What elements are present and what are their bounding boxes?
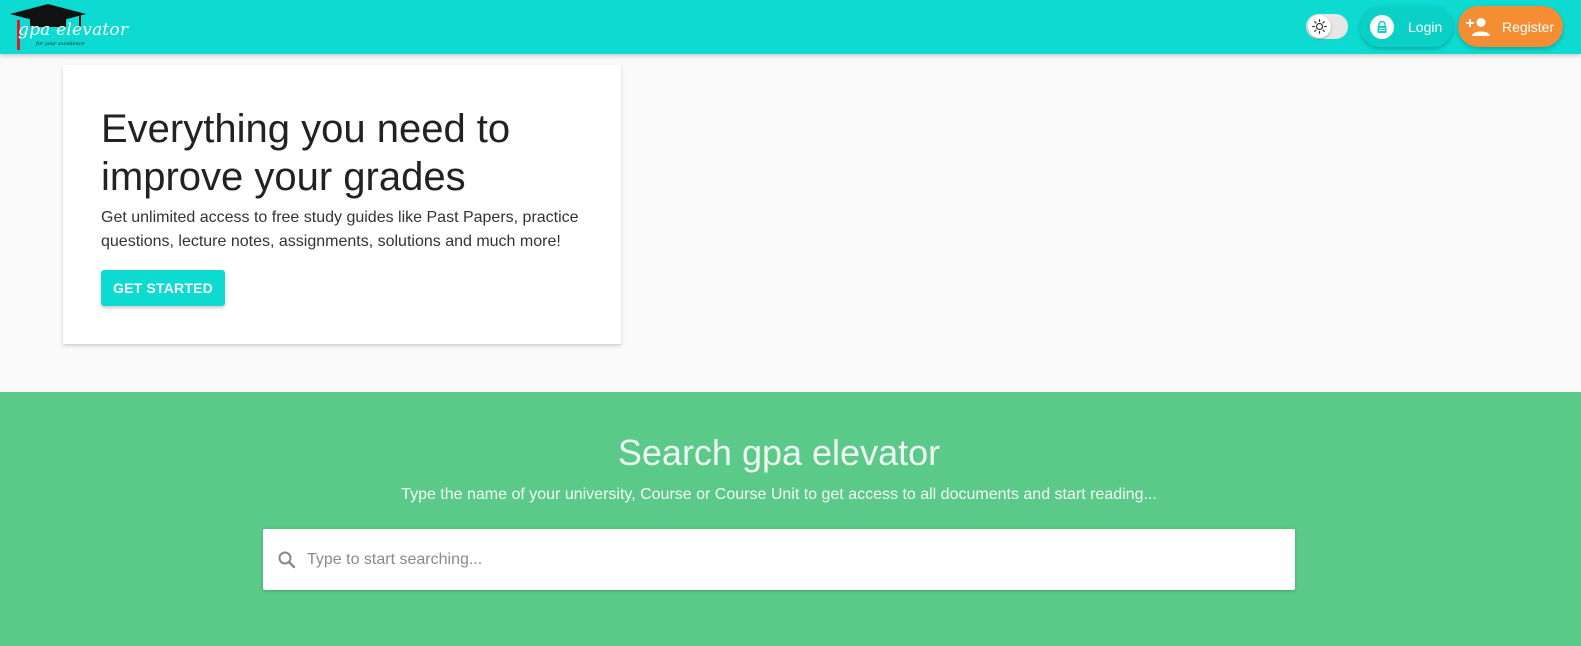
site-logo[interactable]: gpa elevator for your excellence <box>6 2 128 52</box>
theme-toggle[interactable] <box>1306 14 1348 39</box>
lock-icon <box>1377 20 1387 33</box>
search-input[interactable] <box>307 529 1277 590</box>
login-label: Login <box>1408 18 1443 35</box>
search-title: Search gpa elevator <box>617 432 941 473</box>
lock-icon-wrap <box>1370 14 1394 39</box>
logo-tagline: for your excellence <box>36 41 85 47</box>
person-add-icon <box>1466 17 1490 36</box>
hero-description: Get unlimited access to free study guide… <box>101 209 579 250</box>
hero-card: Everything you need to improve your grad… <box>63 65 621 344</box>
logo-text: gpa elevator <box>18 20 129 40</box>
search-subtitle: Type the name of your university, Course… <box>401 486 1157 503</box>
register-button[interactable]: Register <box>1458 6 1563 47</box>
search-icon <box>278 551 296 569</box>
login-button[interactable]: Login <box>1360 6 1453 47</box>
person-add-icon-wrap <box>1466 16 1492 38</box>
search-box[interactable] <box>263 529 1295 590</box>
hero-title: Everything you need to improve your grad… <box>101 107 511 199</box>
register-label: Register <box>1502 18 1555 35</box>
get-started-button[interactable]: GET STARTED <box>101 270 225 306</box>
top-navbar: gpa elevator for your excellence Login R… <box>0 0 1581 54</box>
sun-icon <box>1312 19 1327 34</box>
theme-toggle-knob[interactable] <box>1308 15 1331 38</box>
search-section: Search gpa elevator Type the name of you… <box>0 392 1581 646</box>
